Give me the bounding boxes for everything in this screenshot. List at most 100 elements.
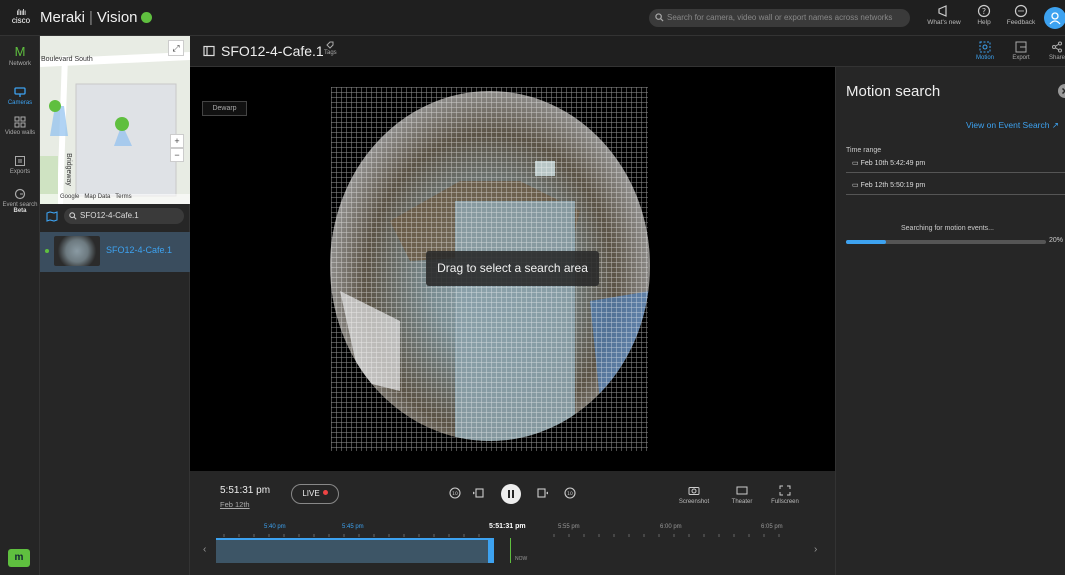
left-nav: M Network Cameras Video walls Exports Ev… xyxy=(0,36,40,575)
motion-icon xyxy=(979,41,991,53)
nav-exports[interactable]: Exports xyxy=(0,155,40,175)
timeline-tick-label: 5:55 pm xyxy=(558,524,580,530)
search-progress-bar xyxy=(846,240,1046,244)
map-footer: Google Map Data Terms xyxy=(40,194,190,204)
rewind-icon[interactable]: 10 xyxy=(448,486,462,500)
svg-text:10: 10 xyxy=(452,491,458,497)
brand-dot-icon xyxy=(140,12,152,23)
camera-title: SFO12-4-Cafe.1 xyxy=(221,43,324,59)
current-time: 5:51:31 pm xyxy=(220,485,271,496)
camera-map[interactable]: Boulevard South Bridgeway ⤢ + − Google M… xyxy=(40,36,190,204)
user-avatar[interactable] xyxy=(1044,7,1065,29)
range-handle[interactable] xyxy=(488,538,494,563)
motion-button[interactable]: Motion xyxy=(970,40,1000,61)
screenshot-button[interactable]: Screenshot xyxy=(674,485,714,505)
fast-forward-icon[interactable]: 10 xyxy=(563,486,577,500)
feedback-button[interactable]: Feedback xyxy=(1001,4,1041,26)
export-icon xyxy=(1015,41,1027,53)
export-button[interactable]: Export xyxy=(1006,40,1036,61)
search-icon xyxy=(69,212,77,220)
map-terms-link[interactable]: Terms xyxy=(115,194,131,200)
help-icon: ? xyxy=(977,4,991,18)
video-player[interactable]: Dewarp Drag to select a search area xyxy=(190,67,835,471)
app-name: Meraki xyxy=(40,9,86,26)
fullscreen-icon xyxy=(779,485,791,496)
current-date-link[interactable]: Feb 12th xyxy=(220,500,250,509)
now-label: NOW xyxy=(515,556,528,562)
camera-list-item[interactable]: SFO12-4-Cafe.1 xyxy=(40,232,190,272)
app-brand[interactable]: Meraki | Vision xyxy=(40,9,152,26)
whats-new-label: What's new xyxy=(927,19,961,26)
timeline-ticks xyxy=(223,534,780,537)
close-panel-button[interactable] xyxy=(1058,84,1065,98)
timeline-current-label: 5:51:31 pm xyxy=(489,523,526,530)
camera-icon xyxy=(14,87,26,97)
share-label: Share xyxy=(1048,55,1065,61)
map-zoom-in-button[interactable]: + xyxy=(170,134,184,148)
live-button[interactable]: LIVE xyxy=(291,484,339,504)
next-frame-icon[interactable] xyxy=(535,486,549,500)
screenshot-label: Screenshot xyxy=(678,499,710,505)
top-bar: ılıılı cisco Meraki | Vision Search for ca… xyxy=(0,0,1065,36)
end-time-field[interactable]: ▭ Feb 12th 5:50:19 pm xyxy=(846,181,1065,195)
camera-view: SFO12-4-Cafe.1 Tags Motion Export Share … xyxy=(190,36,1065,575)
theater-button[interactable]: Theater xyxy=(722,485,762,505)
meraki-logo: M xyxy=(14,44,26,59)
motion-search-panel: Motion search View on Event Search ↗ Tim… xyxy=(835,67,1065,575)
nav-exports-label: Exports xyxy=(9,169,31,175)
nav-video-walls[interactable]: Video walls xyxy=(0,116,40,136)
whats-new-button[interactable]: What's new xyxy=(924,4,964,26)
map-data-link[interactable]: Map Data xyxy=(84,194,110,200)
share-button[interactable]: Share xyxy=(1042,40,1065,61)
map-icon[interactable] xyxy=(46,211,58,222)
recording-dot-icon xyxy=(322,490,328,495)
dewarp-button[interactable]: Dewarp xyxy=(202,101,247,116)
timeline-back-arrow-icon[interactable]: ‹ xyxy=(203,544,206,555)
live-label: LIVE xyxy=(302,489,320,498)
camera-header: SFO12-4-Cafe.1 Tags Motion Export Share xyxy=(190,36,1065,67)
tags-button[interactable]: Tags xyxy=(324,40,337,56)
start-time-field[interactable]: ▭ Feb 10th 5:42:49 pm xyxy=(846,159,1065,173)
feedback-icon xyxy=(1014,4,1028,18)
camera-search-value: SFO12-4-Cafe.1 xyxy=(80,211,139,220)
google-logo: Google xyxy=(60,194,80,200)
previous-frame-icon[interactable] xyxy=(472,486,486,500)
grid-icon xyxy=(14,116,26,128)
external-link-icon: ↗ xyxy=(1051,120,1059,130)
pause-button[interactable] xyxy=(501,484,521,504)
meraki-app-icon[interactable]: m xyxy=(8,549,30,567)
nav-network[interactable]: M Network xyxy=(0,44,40,67)
theater-icon xyxy=(736,486,748,495)
end-time-value: Feb 12th 5:50:19 pm xyxy=(860,182,926,189)
tag-icon xyxy=(326,41,334,49)
cisco-logo: ılıılı cisco xyxy=(11,8,31,25)
nav-network-label: Network xyxy=(8,61,31,67)
map-road-label: Boulevard South xyxy=(41,56,93,63)
beta-badge: Beta xyxy=(13,208,27,214)
search-status: Searching for motion events... xyxy=(901,225,994,232)
global-search-input[interactable]: Search for camera, video wall or export … xyxy=(649,9,910,27)
tags-label: Tags xyxy=(324,50,337,56)
timeline-tick-label: 5:40 pm xyxy=(264,524,286,530)
view-on-event-search-link[interactable]: View on Event Search ↗ xyxy=(966,120,1059,131)
svg-text:?: ? xyxy=(982,7,986,16)
map-expand-button[interactable]: ⤢ xyxy=(168,40,184,56)
selected-range[interactable] xyxy=(216,538,492,563)
timeline-forward-arrow-icon[interactable]: › xyxy=(814,544,817,555)
product-name: Vision xyxy=(96,9,138,26)
camera-list-panel: Boulevard South Bridgeway ⤢ + − Google M… xyxy=(40,36,190,575)
fullscreen-button[interactable]: Fullscreen xyxy=(765,485,805,505)
fullscreen-label: Fullscreen xyxy=(771,499,799,505)
nav-event-search[interactable]: Event search Beta xyxy=(0,188,40,214)
help-button[interactable]: ? Help xyxy=(964,4,1004,26)
camera-search-input[interactable]: SFO12-4-Cafe.1 xyxy=(64,208,184,224)
timeline[interactable]: ‹ › 5:40 pm 5:45 pm 5:51:31 pm 5:55 pm 6… xyxy=(203,523,817,564)
camera-snapshot-icon xyxy=(688,487,700,495)
now-marker xyxy=(510,538,511,563)
sidebar-toggle-icon[interactable] xyxy=(203,45,215,57)
motion-search-title: Motion search xyxy=(846,83,941,100)
camera-list-item-name: SFO12-4-Cafe.1 xyxy=(106,245,173,255)
search-icon xyxy=(655,13,664,22)
map-zoom-out-button[interactable]: − xyxy=(170,148,184,162)
nav-cameras[interactable]: Cameras xyxy=(0,86,40,106)
